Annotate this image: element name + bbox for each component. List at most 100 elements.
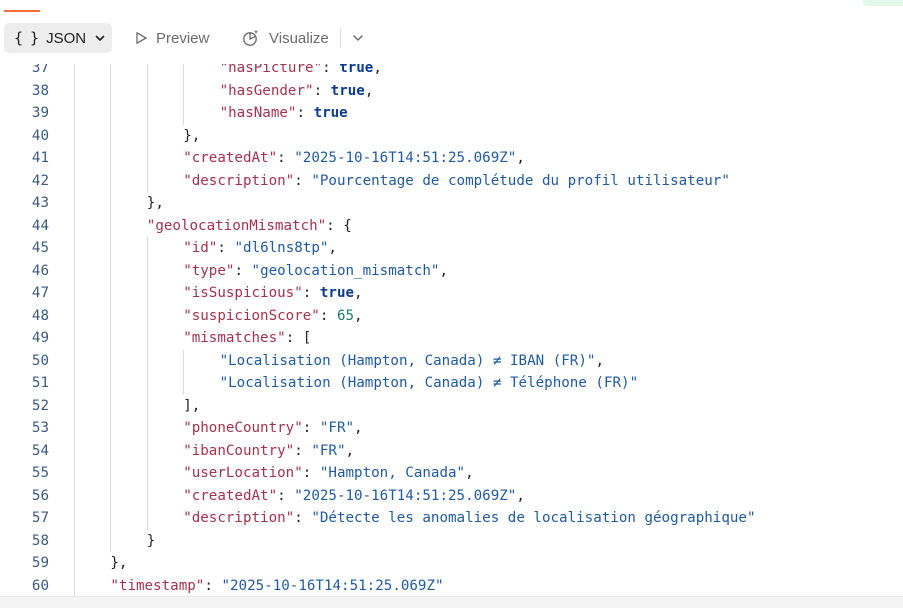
preview-button[interactable]: Preview [134, 23, 209, 53]
code-line: 51 "Localisation (Hampton, Canada) ≠ Télé… [0, 372, 903, 395]
code-token: "type" [183, 262, 235, 279]
line-number: 37 [31, 64, 49, 76]
code-token: : [ [285, 330, 312, 346]
line-number: 53 [31, 420, 49, 436]
code-text: }, [183, 125, 200, 148]
preview-label: Preview [156, 29, 210, 47]
visualize-label: Visualize [269, 29, 329, 47]
code-token: "mismatches" [183, 330, 286, 346]
horizontal-scrollbar[interactable] [0, 596, 903, 608]
code-token: "id" [183, 240, 218, 256]
line-number: 49 [31, 330, 49, 346]
code-text: "Localisation (Hampton, Canada) ≠ Téléph… [220, 372, 639, 395]
code-text: ], [183, 395, 200, 418]
code-token: "description" [183, 510, 295, 526]
code-token: : [277, 487, 295, 504]
code-token: , [354, 420, 363, 436]
code-token: true [330, 82, 365, 99]
line-number: 56 [31, 487, 49, 504]
code-text: "hasPicture": true, [220, 64, 382, 80]
code-token: true [339, 64, 374, 76]
code-text: "geolocationMismatch": { [147, 215, 352, 238]
line-number: 48 [31, 307, 49, 324]
code-text: "id": "dl6lns8tp", [183, 237, 337, 260]
code-token: "createdAt" [183, 150, 278, 166]
code-line: 43}, [0, 192, 903, 215]
code-token: "description" [183, 172, 295, 189]
code-text: "type": "geolocation_mismatch", [183, 260, 448, 283]
code-token: "geolocation_mismatch" [251, 262, 440, 279]
visualize-icon [243, 29, 259, 46]
code-text: "phoneCountry": "FR", [183, 417, 362, 440]
more-options-button[interactable] [348, 28, 368, 48]
code-token: true [319, 285, 355, 301]
code-token: "Localisation (Hampton, Canada) ≠ IBAN (… [219, 352, 596, 369]
indent-guide [146, 237, 148, 530]
format-dropdown-button[interactable]: { } JSON [4, 23, 112, 53]
code-line: 49 "mismatches": [ [0, 327, 903, 350]
line-number: 55 [31, 465, 49, 481]
json-response-editor[interactable]: 37 "hasPicture": true, 38 "hasGender": true… [0, 64, 903, 596]
code-token: "dl6lns8tp" [234, 240, 329, 256]
code-token: : [302, 420, 320, 436]
line-number: 50 [31, 352, 49, 369]
line-number: 46 [31, 262, 49, 279]
code-token: "Pourcentage de complétude du profil uti… [311, 172, 730, 189]
code-text: "hasName": true [220, 102, 348, 125]
code-text: }, [110, 552, 127, 575]
code-line: 41 "createdAt": "2025-10-16T14:51:25.069Z… [0, 147, 903, 170]
code-token: , [516, 150, 525, 166]
code-line: 48 "suspicionScore": 65, [0, 305, 903, 328]
indent-guide [74, 64, 75, 596]
code-token: "2025-10-16T14:51:25.069Z" [294, 150, 517, 166]
code-line: 40}, [0, 125, 903, 148]
braces-icon: { } [14, 29, 39, 47]
code-token: "2025-10-16T14:51:25.069Z" [294, 487, 517, 504]
code-text: "mismatches": [ [183, 327, 311, 350]
code-token: : [234, 262, 252, 279]
code-token: , [345, 442, 355, 459]
code-token: : [302, 465, 320, 481]
line-number: 47 [31, 285, 49, 301]
visualize-button[interactable]: Visualize [241, 23, 329, 53]
indent-guide [183, 349, 185, 395]
code-token: "timestamp" [110, 577, 205, 594]
code-line: 56 "createdAt": "2025-10-16T14:51:25.069Z… [0, 485, 903, 508]
code-token: : [294, 172, 312, 189]
code-token: : [277, 150, 295, 166]
code-line: 57 "description": "Détecte les anomalies … [0, 507, 903, 530]
code-token: } [146, 532, 156, 549]
code-line: 47 "isSuspicious": true, [0, 282, 903, 305]
code-token: , [373, 64, 382, 76]
code-token: , [354, 285, 363, 301]
code-line: 44 "geolocationMismatch": { [0, 215, 903, 238]
code-token: , [465, 465, 474, 481]
code-token: "isSuspicious" [183, 285, 303, 301]
code-token: "geolocationMismatch" [146, 217, 327, 234]
line-number: 45 [31, 240, 49, 256]
code-token: : [296, 105, 314, 121]
indent-guide [110, 64, 112, 552]
code-token: , [439, 262, 448, 279]
code-text: "hasGender": true, [220, 80, 374, 103]
code-token: "Hampton, Canada" [319, 465, 466, 481]
code-line: 52], [0, 395, 903, 418]
code-token: "phoneCountry" [183, 420, 303, 436]
code-token: : [322, 64, 340, 76]
code-line: 38 "hasGender": true, [0, 80, 903, 103]
play-icon [136, 32, 147, 44]
status-badge [863, 0, 903, 6]
code-line: 59}, [0, 552, 903, 575]
code-text: }, [147, 192, 164, 215]
active-tab-indicator [4, 10, 40, 12]
line-number: 38 [31, 82, 49, 99]
code-line: 37 "hasPicture": true, [0, 64, 903, 80]
indent-guide [183, 64, 185, 125]
line-number: 57 [31, 510, 49, 526]
code-token: , [328, 240, 337, 256]
code-token: "createdAt" [183, 487, 278, 504]
code-token: : [294, 510, 312, 526]
code-line: 55 "userLocation": "Hampton, Canada", [0, 462, 903, 485]
code-token: }, [110, 555, 128, 571]
code-token: true [313, 105, 348, 121]
